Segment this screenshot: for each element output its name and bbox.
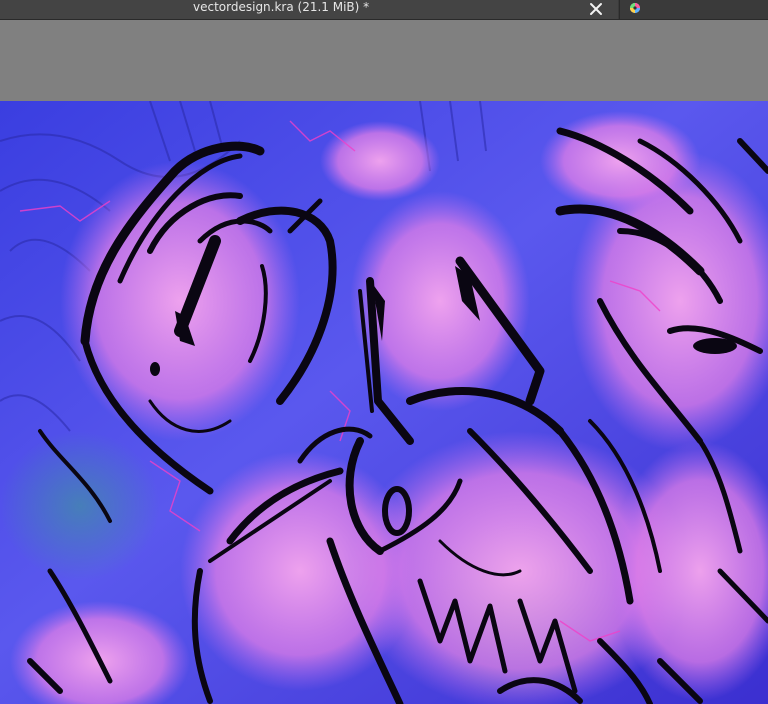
krita-icon bbox=[628, 0, 642, 13]
canvas-backdrop bbox=[0, 20, 768, 101]
artwork-illustration bbox=[0, 101, 768, 704]
artwork-canvas[interactable] bbox=[0, 101, 768, 704]
document-tab[interactable]: vectordesign.kra (21.1 MiB) * bbox=[0, 0, 618, 19]
close-icon[interactable] bbox=[588, 1, 604, 17]
document-tab-title: vectordesign.kra (21.1 MiB) * bbox=[193, 0, 370, 14]
tab-separator bbox=[619, 0, 620, 19]
document-tab-bar: vectordesign.kra (21.1 MiB) * bbox=[0, 0, 768, 20]
